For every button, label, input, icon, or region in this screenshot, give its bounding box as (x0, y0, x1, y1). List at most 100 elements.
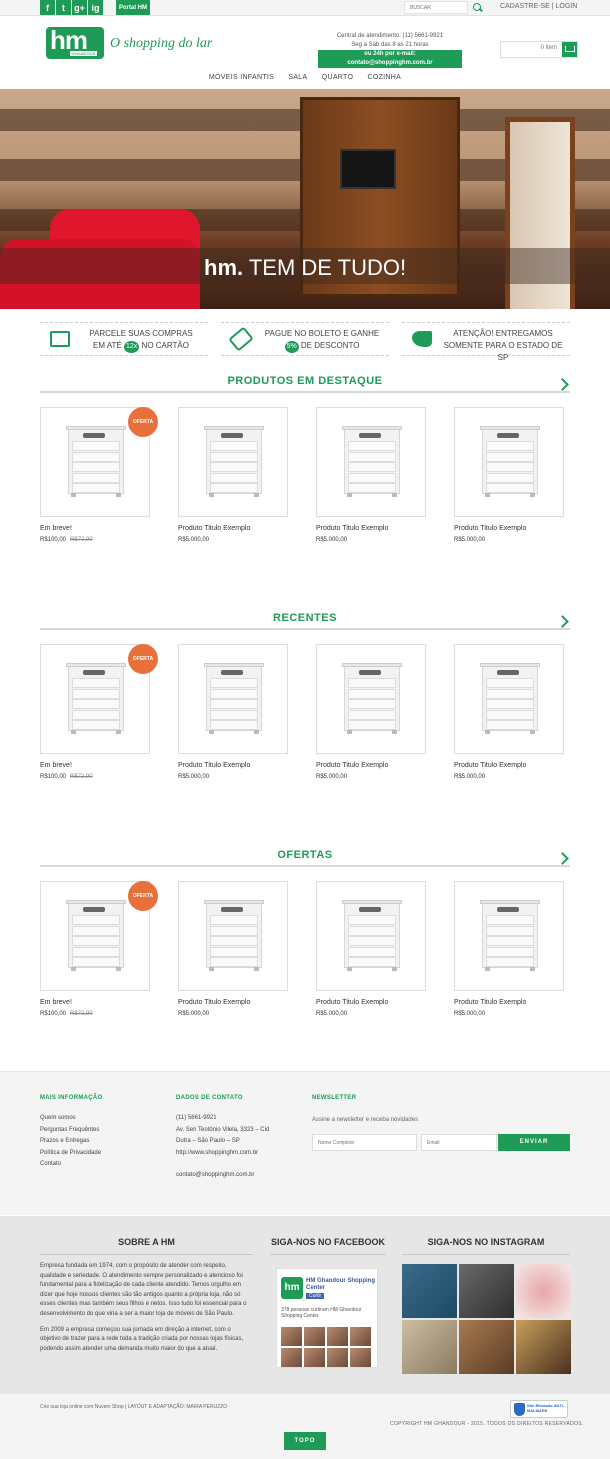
product-image[interactable] (316, 407, 426, 517)
product-image[interactable]: OFERTA (40, 407, 158, 517)
nav-item-quarto[interactable]: QUARTO (322, 74, 354, 81)
contact-title: DADOS DE CONTATO (176, 1095, 243, 1101)
avatar[interactable] (281, 1348, 302, 1367)
product-name[interactable]: Produto Titulo Exemplo (178, 762, 288, 769)
product-card[interactable]: Produto Titulo Exemplo R$5.000,00 (316, 407, 426, 543)
cart-icon[interactable] (562, 42, 577, 57)
product-card[interactable]: Produto Titulo Exemplo R$5.000,00 (178, 407, 288, 543)
nav-item-cozinha[interactable]: COZINHA (367, 74, 401, 81)
product-name[interactable]: Produto Titulo Exemplo (454, 999, 564, 1006)
product-name[interactable]: Produto Titulo Exemplo (178, 999, 288, 1006)
facebook-widget[interactable]: hm HM Ghandour Shopping Center Curtir 37… (276, 1268, 378, 1368)
product-card[interactable]: Produto Titulo Exemplo R$5.000,00 (454, 407, 564, 543)
footer-link-privacidade[interactable]: Política de Privacidade (40, 1148, 101, 1160)
product-card[interactable]: Produto Titulo Exemplo R$5.000,00 (178, 881, 288, 1017)
product-card[interactable]: Produto Titulo Exemplo R$5.000,00 (178, 644, 288, 780)
product-card[interactable]: Produto Titulo Exemplo R$5.000,00 (454, 881, 564, 1017)
section-divider (40, 628, 570, 630)
footer-link-contato[interactable]: Contato (40, 1159, 101, 1171)
hero-tagline: TEM DE TUDO! (248, 255, 407, 280)
product-image[interactable] (454, 407, 564, 517)
product-price-row: R$5.000,00 (316, 774, 426, 780)
product-image[interactable] (178, 407, 288, 517)
product-name[interactable]: Produto Titulo Exemplo (316, 525, 426, 532)
newsletter-text: Assine a newsletter e receba novidades (312, 1117, 419, 1123)
avatar[interactable] (281, 1327, 302, 1346)
product-price-row: R$5.000,00 (454, 774, 564, 780)
instagram-photo[interactable] (402, 1264, 457, 1318)
slogan: O shopping do lar (110, 36, 213, 51)
product-image[interactable] (454, 881, 564, 991)
product-image[interactable] (454, 644, 564, 754)
product-price: R$100,00 (40, 1011, 67, 1017)
nav-item-sala[interactable]: SALA (288, 74, 307, 81)
site-blindado-badge[interactable]: Site Blindado ANTI-MALWARE (510, 1400, 568, 1418)
site-logo[interactable]: hm GHANDOUR (46, 25, 104, 59)
section-title: PRODUTOS EM DESTAQUE (227, 375, 383, 387)
dresser-image (480, 663, 540, 734)
product-name[interactable]: Em breve! (40, 999, 150, 1006)
cart-widget[interactable]: 0 item (500, 41, 578, 58)
offer-badge: OFERTA (128, 407, 158, 437)
product-image[interactable] (178, 881, 288, 991)
contact-site[interactable]: http://www.shoppinghm.com.br (176, 1148, 269, 1160)
product-image[interactable]: OFERTA (40, 644, 158, 754)
avatar[interactable] (327, 1327, 348, 1346)
product-price: R$5.000,00 (316, 774, 348, 780)
product-name[interactable]: Em breve! (40, 525, 150, 532)
product-image[interactable] (316, 644, 426, 754)
back-to-top-button[interactable]: TOPO (284, 1432, 326, 1450)
nav-item-moveis-infantis[interactable]: MÓVEIS INFANTIS (209, 74, 274, 81)
instagram-photo[interactable] (459, 1320, 514, 1374)
instagram-photo[interactable] (459, 1264, 514, 1318)
facebook-like-count: 378 pessoas curtiram HM Ghandour Shoppin… (281, 1307, 362, 1319)
avatar[interactable] (350, 1348, 371, 1367)
account-links[interactable]: CADASTRE-SE | LOGIN (500, 3, 577, 10)
discount-badge: 5% (284, 341, 299, 353)
facebook-icon[interactable]: f (40, 0, 55, 15)
portal-hm-link[interactable]: Portal HM (116, 0, 151, 15)
newsletter-name-input[interactable] (312, 1134, 417, 1151)
product-card[interactable]: OFERTA Em breve! R$100,00 R$72,90 (40, 644, 158, 780)
avatar[interactable] (304, 1327, 325, 1346)
central-email[interactable]: ou 24h por e-mail: contato@shoppinghm.co… (318, 50, 462, 68)
product-card[interactable]: Produto Titulo Exemplo R$5.000,00 (316, 881, 426, 1017)
avatar[interactable] (327, 1348, 348, 1367)
product-price: R$100,00 (40, 774, 67, 780)
footer-link-faq[interactable]: Perguntas Frequêntes (40, 1125, 101, 1137)
product-card[interactable]: OFERTA Em breve! R$100,00 R$72,90 (40, 881, 158, 1017)
product-name[interactable]: Produto Titulo Exemplo (454, 525, 564, 532)
search-input[interactable] (404, 1, 468, 14)
product-card[interactable]: OFERTA Em breve! R$100,00 R$72,90 (40, 407, 158, 543)
instagram-photo[interactable] (516, 1320, 571, 1374)
hero-banner[interactable]: hm. TEM DE TUDO! (0, 89, 610, 309)
product-name[interactable]: Produto Titulo Exemplo (316, 762, 426, 769)
contact-email[interactable]: contato@shoppinghm.com.br (176, 1170, 269, 1182)
product-name[interactable]: Produto Titulo Exemplo (178, 525, 288, 532)
facebook-page-name[interactable]: HM Ghandour Shopping Center (306, 1278, 377, 1292)
search-icon[interactable] (472, 2, 483, 13)
facebook-like-button[interactable]: Curtir (306, 1293, 325, 1299)
avatar[interactable] (304, 1348, 325, 1367)
product-card[interactable]: Produto Titulo Exemplo R$5.000,00 (316, 644, 426, 780)
instagram-icon[interactable]: ig (88, 0, 103, 15)
product-image[interactable]: OFERTA (40, 881, 158, 991)
product-name[interactable]: Produto Titulo Exemplo (454, 762, 564, 769)
contact-address: Av. Sen Teotônio Vilela, 3323 – Cid (176, 1126, 270, 1133)
product-price-row: R$100,00 R$72,90 (40, 1011, 150, 1017)
credits[interactable]: Crie sua loja online com Nuvem Shop | LA… (40, 1404, 227, 1410)
instagram-photo[interactable] (516, 1264, 571, 1318)
newsletter-email-input[interactable] (421, 1134, 497, 1151)
instagram-photo[interactable] (402, 1320, 457, 1374)
product-image[interactable] (178, 644, 288, 754)
product-image[interactable] (316, 881, 426, 991)
product-name[interactable]: Em breve! (40, 762, 150, 769)
product-card[interactable]: Produto Titulo Exemplo R$5.000,00 (454, 644, 564, 780)
newsletter-submit-button[interactable]: ENVIAR (498, 1134, 570, 1151)
twitter-icon[interactable]: t (56, 0, 71, 15)
avatar[interactable] (350, 1327, 371, 1346)
footer-link-prazos[interactable]: Prazos e Entregas (40, 1136, 101, 1148)
product-name[interactable]: Produto Titulo Exemplo (316, 999, 426, 1006)
google-plus-icon[interactable]: g+ (72, 0, 87, 15)
footer-link-quem-somos[interactable]: Quem somos (40, 1113, 101, 1125)
